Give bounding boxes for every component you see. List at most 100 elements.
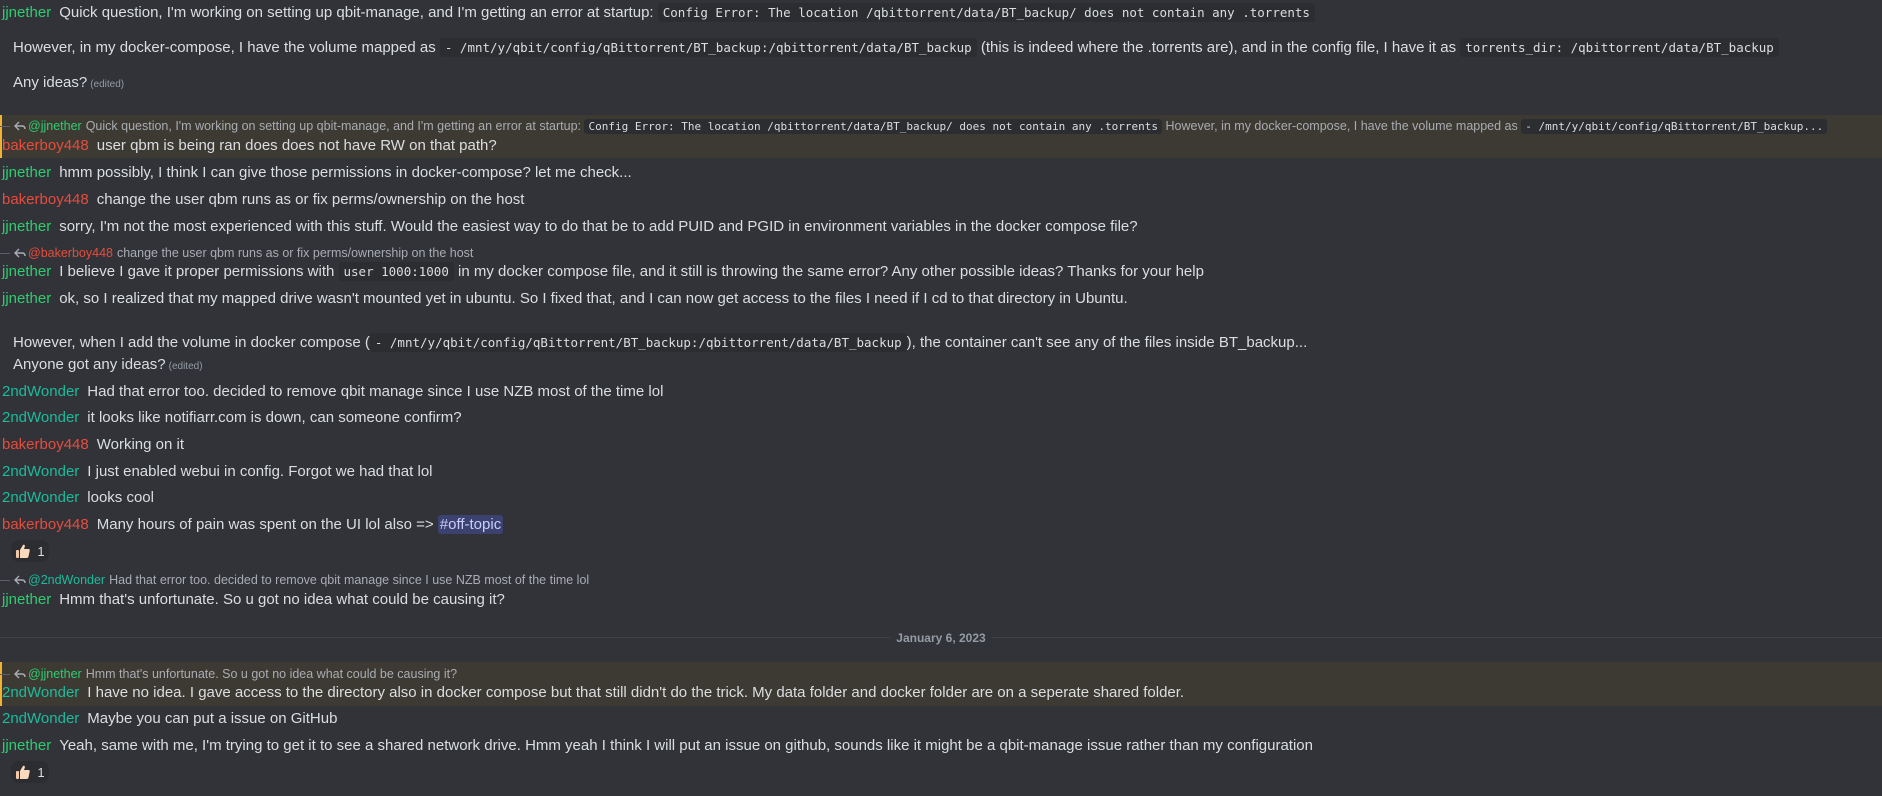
message-text: I just enabled webui in config. Forgot w… — [87, 463, 433, 480]
username[interactable]: bakerboy448 — [2, 137, 89, 154]
message-text: Anyone got any ideas? — [13, 356, 166, 373]
message-text: Many hours of pain was spent on the UI l… — [96, 516, 438, 533]
username[interactable]: 2ndWonder — [2, 489, 79, 506]
username[interactable]: jjnether — [2, 263, 51, 280]
inline-code: Config Error: The location /qbittorrent/… — [657, 3, 1315, 22]
message: bakerboy448 user qbm is being ran does do… — [0, 136, 1882, 156]
username[interactable]: 2ndWonder — [2, 684, 79, 701]
reply-author[interactable]: @bakerboy448 — [28, 246, 113, 260]
message-text: looks cool — [87, 489, 154, 506]
username[interactable]: bakerboy448 — [2, 191, 89, 208]
date-divider: January 6, 2023 — [0, 629, 1882, 647]
username[interactable]: 2ndWonder — [2, 409, 79, 426]
message: jjnether Hmm that's unfortunate. So u got… — [0, 590, 1882, 610]
reply-spine — [0, 253, 10, 254]
reaction-thumbs-up[interactable]: 1 — [11, 540, 49, 562]
reply-text: change the user qbm runs as or fix perms… — [116, 246, 474, 260]
inline-code: user 1000:1000 — [338, 262, 454, 281]
message-text: Any ideas? — [13, 74, 88, 91]
message: 2ndWonder it looks like notifiarr.com is … — [0, 408, 1882, 428]
username[interactable]: bakerboy448 — [2, 436, 89, 453]
message-text: Hmm that's unfortunate. So u got no idea… — [59, 591, 505, 608]
reaction-thumbs-up[interactable]: 1 — [11, 761, 49, 783]
username[interactable]: bakerboy448 — [2, 516, 89, 533]
message: jjnether Yeah, same with me, I'm trying t… — [0, 736, 1882, 756]
reply-author[interactable]: @jjnether — [28, 667, 82, 681]
message: bakerboy448 Working on it — [0, 435, 1882, 455]
username[interactable]: 2ndWonder — [2, 383, 79, 400]
username[interactable]: 2ndWonder — [2, 710, 79, 727]
reply-text: Quick question, I'm working on setting u… — [85, 119, 585, 133]
message-text: However, when I add the volume in docker… — [13, 334, 370, 351]
reply-spine — [0, 674, 10, 675]
reply-arrow-icon — [14, 669, 26, 679]
reply-text: Hmm that's unfortunate. So u got no idea… — [85, 667, 458, 681]
message-text: user qbm is being ran does does not have… — [96, 137, 497, 154]
message-text: (this is indeed where the .torrents are)… — [976, 39, 1461, 56]
message: jjnether I believe I gave it proper permi… — [0, 262, 1882, 282]
reply-arrow-icon — [14, 121, 26, 131]
message-text: I believe I gave it proper permissions w… — [59, 263, 339, 280]
reply-author[interactable]: @jjnether — [28, 119, 82, 133]
reply-text: However, in my docker-compose, I have th… — [1162, 119, 1522, 133]
username[interactable]: jjnether — [2, 290, 51, 307]
username[interactable]: jjnether — [2, 737, 51, 754]
message: bakerboy448 change the user qbm runs as o… — [0, 190, 1882, 210]
channel-name: off-topic — [448, 516, 502, 533]
inline-code: - /mnt/y/qbit/config/qBittorrent/BT_back… — [439, 38, 977, 57]
username[interactable]: jjnether — [2, 218, 51, 235]
message-continuation: Any ideas? (edited) — [0, 73, 1882, 95]
message-text: Quick question, I'm working on setting u… — [59, 4, 658, 21]
reply-spine — [0, 580, 10, 581]
message: 2ndWonder looks cool — [0, 488, 1882, 508]
username[interactable]: jjnether — [2, 591, 51, 608]
message: jjnether ok, so I realized that my mapped… — [0, 289, 1882, 309]
message: bakerboy448 Many hours of pain was spent … — [0, 515, 1882, 535]
reply-preview[interactable]: @bakerboy448 change the user qbm runs as … — [0, 244, 1882, 262]
message-continuation: Anyone got any ideas? (edited) — [0, 355, 1882, 377]
reply-arrow-icon — [14, 248, 26, 258]
edited-label: (edited) — [168, 361, 203, 372]
inline-code: - /mnt/y/qbit/config/qBittorrent/BT_back… — [1521, 119, 1828, 134]
message-text: it looks like notifiarr.com is down, can… — [87, 409, 462, 426]
message-text: Yeah, same with me, I'm trying to get it… — [59, 737, 1313, 754]
message-text: Maybe you can put a issue on GitHub — [87, 710, 338, 727]
inline-code: - /mnt/y/qbit/config/qBittorrent/BT_back… — [369, 333, 907, 352]
edited-label: (edited) — [90, 79, 125, 90]
reply-spine — [0, 126, 10, 127]
message-text: hmm possibly, I think I can give those p… — [59, 164, 632, 181]
message-continuation: However, when I add the volume in docker… — [0, 333, 1882, 353]
reply-arrow-icon — [14, 575, 26, 585]
reply-preview[interactable]: @2ndWonder Had that error too. decided to… — [0, 571, 1882, 589]
message-text: sorry, I'm not the most experienced with… — [59, 218, 1138, 235]
message-text: change the user qbm runs as or fix perms… — [96, 191, 525, 208]
message: 2ndWonder Had that error too. decided to … — [0, 382, 1882, 402]
thumbs-up-icon — [16, 765, 31, 779]
username[interactable]: jjnether — [2, 4, 51, 21]
message-continuation: However, in my docker-compose, I have th… — [0, 38, 1882, 58]
channel-hash-icon: # — [439, 516, 449, 533]
message-text: However, in my docker-compose, I have th… — [13, 39, 440, 56]
thumbs-up-icon — [16, 544, 31, 558]
reply-preview[interactable]: @jjnether Hmm that's unfortunate. So u go… — [0, 665, 1882, 683]
channel-mention-off-topic[interactable]: #off-topic — [437, 515, 504, 534]
message-text: ok, so I realized that my mapped drive w… — [59, 290, 1128, 307]
message-text: in my docker compose file, and it still … — [453, 263, 1204, 280]
message: jjnether Quick question, I'm working on s… — [0, 3, 1882, 23]
message-text: Working on it — [96, 436, 184, 453]
message-text: Had that error too. decided to remove qb… — [87, 383, 664, 400]
username[interactable]: jjnether — [2, 164, 51, 181]
reply-preview[interactable]: @jjnether Quick question, I'm working on … — [0, 117, 1882, 135]
reaction-count: 1 — [37, 764, 45, 780]
message: 2ndWonder I have no idea. I gave access t… — [0, 683, 1882, 703]
message-text: ), the container can't see any of the fi… — [906, 334, 1308, 351]
message: 2ndWonder Maybe you can put a issue on Gi… — [0, 709, 1882, 729]
message: jjnether sorry, I'm not the most experien… — [0, 217, 1882, 237]
reaction-count: 1 — [37, 543, 45, 559]
inline-code: Config Error: The location /qbittorrent/… — [584, 119, 1163, 134]
message: jjnether hmm possibly, I think I can give… — [0, 163, 1882, 183]
reply-text: Had that error too. decided to remove qb… — [109, 573, 590, 587]
username[interactable]: 2ndWonder — [2, 463, 79, 480]
reply-author[interactable]: @2ndWonder — [28, 573, 105, 587]
inline-code: torrents_dir: /qbittorrent/data/BT_backu… — [1460, 38, 1779, 57]
